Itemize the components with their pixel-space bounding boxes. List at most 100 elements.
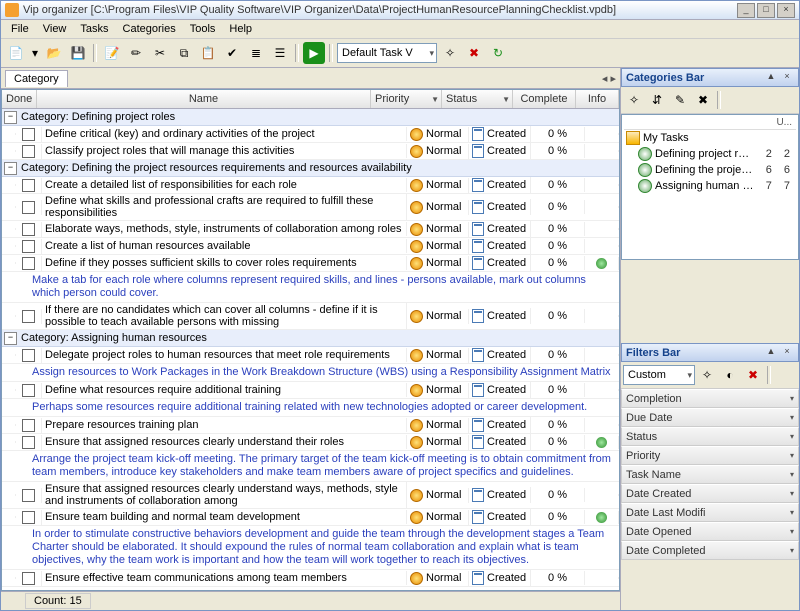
menu-help[interactable]: Help	[223, 21, 258, 37]
done-checkbox[interactable]	[22, 257, 35, 270]
done-checkbox[interactable]	[22, 436, 35, 449]
task-row[interactable]: Define if they posses sufficient skills …	[2, 255, 619, 272]
close-button[interactable]: ×	[777, 3, 795, 18]
tree-item[interactable]: Defining the project resources requir66	[624, 162, 796, 178]
info-icon[interactable]	[596, 258, 607, 269]
filter-row[interactable]: Date Opened	[621, 522, 799, 541]
task-row[interactable]: Ensure effective team communications amo…	[2, 570, 619, 587]
check-icon[interactable]: ✔	[221, 42, 243, 64]
new-db-dd-icon[interactable]: ▾	[29, 42, 41, 64]
open-icon[interactable]: 📂	[43, 42, 65, 64]
tab-category[interactable]: Category	[5, 70, 68, 87]
list-icon[interactable]: ≣	[245, 42, 267, 64]
task-row[interactable]: Define critical (key) and ordinary activ…	[2, 126, 619, 143]
minimize-button[interactable]: _	[737, 3, 755, 18]
filter-row[interactable]: Date Created	[621, 484, 799, 503]
cat-mid-icon[interactable]: ⇵	[646, 89, 668, 111]
done-checkbox[interactable]	[22, 489, 35, 502]
col-complete[interactable]: Complete	[513, 90, 576, 108]
done-checkbox[interactable]	[22, 128, 35, 141]
panel-close-icon[interactable]: ×	[780, 346, 794, 359]
tree-item[interactable]: Assigning human resources77	[624, 178, 796, 194]
tree-item[interactable]: Defining project roles22	[624, 146, 796, 162]
col-name[interactable]: Name	[37, 90, 371, 108]
categories-tree[interactable]: U... My Tasks Defining project roles22De…	[621, 114, 799, 260]
task-row[interactable]: Prepare resources training planNormalCre…	[2, 417, 619, 434]
filter-row[interactable]: Task Name	[621, 465, 799, 484]
cat-del-icon[interactable]: ✖	[692, 89, 714, 111]
category-row[interactable]: −Category: Defining the project resource…	[2, 160, 619, 177]
menu-categories[interactable]: Categories	[117, 21, 182, 37]
new-task-icon[interactable]: 📝	[101, 42, 123, 64]
pin-icon[interactable]: ▲	[764, 71, 778, 84]
cat-new-icon[interactable]: ✧	[623, 89, 645, 111]
col-priority[interactable]: Priority▼	[371, 90, 442, 108]
task-row[interactable]: Define what resources require additional…	[2, 382, 619, 399]
filter-row[interactable]: Completion	[621, 389, 799, 408]
delete-icon[interactable]: ✖	[463, 42, 485, 64]
copy-icon[interactable]: ⧉	[173, 42, 195, 64]
done-checkbox[interactable]	[22, 419, 35, 432]
tree-icon[interactable]: ☰	[269, 42, 291, 64]
filter-row[interactable]: Priority	[621, 446, 799, 465]
task-row[interactable]: Ensure team building and normal team dev…	[2, 509, 619, 526]
done-checkbox[interactable]	[22, 179, 35, 192]
edit-icon[interactable]: ✏	[125, 42, 147, 64]
done-checkbox[interactable]	[22, 511, 35, 524]
wand-icon[interactable]: ✧	[439, 42, 461, 64]
panel-close-icon[interactable]: ×	[780, 71, 794, 84]
filter-row[interactable]: Date Completed	[621, 541, 799, 560]
task-row[interactable]: Delegate project roles to human resource…	[2, 347, 619, 364]
filter-eye-icon[interactable]: ◐	[719, 364, 741, 386]
menu-tasks[interactable]: Tasks	[74, 21, 114, 37]
task-row[interactable]: Classify project roles that will manage …	[2, 143, 619, 160]
category-row[interactable]: −Category: Assigning human resources	[2, 330, 619, 347]
cat-edit-icon[interactable]: ✎	[669, 89, 691, 111]
done-checkbox[interactable]	[22, 384, 35, 397]
task-view-combo[interactable]: Default Task V	[337, 43, 437, 63]
done-checkbox[interactable]	[22, 223, 35, 236]
pin-icon[interactable]: ▲	[764, 346, 778, 359]
filter-del-icon[interactable]: ✖	[742, 364, 764, 386]
col-info[interactable]: Info	[576, 90, 619, 108]
expand-icon[interactable]: −	[4, 162, 17, 175]
done-checkbox[interactable]	[22, 349, 35, 362]
tab-scroll-icon[interactable]: ◂ ▸	[602, 72, 616, 85]
menu-file[interactable]: File	[5, 21, 35, 37]
task-row[interactable]: Define what skills and professional craf…	[2, 194, 619, 221]
maximize-button[interactable]: □	[757, 3, 775, 18]
grid-body[interactable]: −Category: Defining project rolesDefine …	[2, 109, 619, 590]
menu-view[interactable]: View	[37, 21, 73, 37]
col-status[interactable]: Status▼	[442, 90, 513, 108]
expand-icon[interactable]: −	[4, 111, 17, 124]
filter-wand-icon[interactable]: ✧	[696, 364, 718, 386]
menu-tools[interactable]: Tools	[184, 21, 222, 37]
info-icon[interactable]	[596, 512, 607, 523]
done-checkbox[interactable]	[22, 201, 35, 214]
task-row[interactable]: Ensure that assigned resources clearly u…	[2, 434, 619, 451]
done-checkbox[interactable]	[22, 310, 35, 323]
cut-icon[interactable]: ✂	[149, 42, 171, 64]
filter-row[interactable]: Due Date	[621, 408, 799, 427]
done-checkbox[interactable]	[22, 240, 35, 253]
done-checkbox[interactable]	[22, 145, 35, 158]
task-row[interactable]: Ensure that assigned resources clearly u…	[2, 482, 619, 509]
save-icon[interactable]: 💾	[67, 42, 89, 64]
filter-row[interactable]: Status	[621, 427, 799, 446]
task-row[interactable]: If there are no candidates which can cov…	[2, 303, 619, 330]
new-db-icon[interactable]: 📄	[5, 42, 27, 64]
tree-root[interactable]: My Tasks	[643, 132, 689, 144]
category-row[interactable]: −Category: Defining project roles	[2, 109, 619, 126]
expand-icon[interactable]: −	[4, 332, 17, 345]
task-row[interactable]: Create a detailed list of responsibiliti…	[2, 177, 619, 194]
task-row[interactable]: Create a list of human resources availab…	[2, 238, 619, 255]
col-done[interactable]: Done	[2, 90, 37, 108]
paste-icon[interactable]: 📋	[197, 42, 219, 64]
flag-icon[interactable]: ▶	[303, 42, 325, 64]
filter-combo[interactable]: Custom	[623, 365, 695, 385]
filter-row[interactable]: Date Last Modifi	[621, 503, 799, 522]
refresh-icon[interactable]: ↻	[487, 42, 509, 64]
task-row[interactable]: Elaborate ways, methods, style, instrume…	[2, 221, 619, 238]
done-checkbox[interactable]	[22, 572, 35, 585]
info-icon[interactable]	[596, 437, 607, 448]
